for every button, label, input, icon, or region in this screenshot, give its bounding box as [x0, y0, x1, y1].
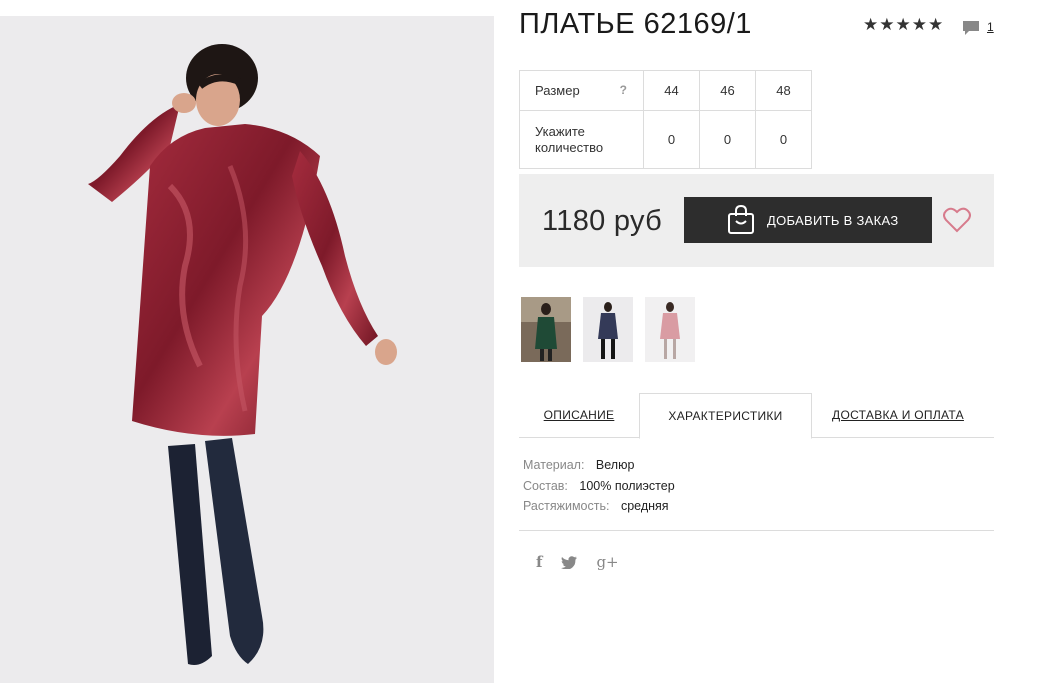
spec-key: Материал:	[523, 458, 585, 472]
characteristics-list: Материал: Велюр Состав: 100% полиэстер Р…	[523, 455, 675, 517]
add-to-order-button[interactable]: ДОБАВИТЬ В ЗАКАЗ	[684, 197, 932, 243]
product-photo-illustration	[88, 44, 397, 665]
comments-count-link[interactable]: 1	[987, 20, 994, 34]
quantity-input[interactable]: 0	[699, 110, 756, 169]
size-label-cell: Размер ?	[519, 70, 644, 111]
size-option: 44	[643, 70, 700, 111]
facebook-icon[interactable]: f	[536, 553, 542, 571]
size-option: 48	[755, 70, 812, 111]
size-help-icon[interactable]: ?	[620, 83, 627, 97]
thumbnail-green-dress[interactable]	[521, 297, 571, 362]
google-plus-icon[interactable]: g+	[596, 553, 618, 571]
product-price: 1180 руб	[542, 205, 663, 237]
star-icon[interactable]: ★	[863, 17, 878, 34]
star-icon[interactable]: ★	[928, 17, 943, 34]
tab-description[interactable]: ОПИСАНИЕ	[519, 393, 639, 437]
size-row: Размер ? 44 46 48	[519, 70, 812, 111]
shopping-bag-icon	[728, 205, 754, 234]
tab-delivery-payment-label: ДОСТАВКА И ОПЛАТА	[832, 408, 964, 422]
size-label: Размер	[535, 83, 580, 98]
purchase-panel: 1180 руб ДОБАВИТЬ В ЗАКАЗ	[519, 174, 994, 267]
product-tabs: ОПИСАНИЕ ХАРАКТЕРИСТИКИ ДОСТАВКА И ОПЛАТ…	[519, 393, 994, 439]
size-option: 46	[699, 70, 756, 111]
spec-key: Растяжимость:	[523, 499, 610, 513]
star-icon[interactable]: ★	[879, 17, 894, 34]
spec-row-material: Материал: Велюр	[523, 455, 675, 476]
spec-key: Состав:	[523, 478, 568, 493]
spec-value: Велюр	[595, 458, 635, 472]
tab-delivery-payment[interactable]: ДОСТАВКА И ОПЛАТА	[812, 393, 984, 437]
comment-icon[interactable]	[962, 20, 980, 36]
quantity-input[interactable]: 0	[643, 110, 700, 169]
product-photo[interactable]	[0, 16, 494, 683]
star-icon[interactable]: ★	[912, 17, 927, 34]
quantity-row: Укажите количество 0 0 0	[519, 110, 812, 169]
thumbnail-pink-dress[interactable]	[645, 297, 695, 362]
size-table: Размер ? 44 46 48 Укажите количество 0 0…	[519, 70, 812, 169]
spec-row-stretch: Растяжимость: средняя	[523, 496, 675, 517]
tab-characteristics[interactable]: ХАРАКТЕРИСТИКИ	[639, 393, 812, 439]
quantity-input[interactable]: 0	[755, 110, 812, 169]
social-share: f g+	[536, 553, 619, 571]
rating-stars[interactable]: ★ ★ ★ ★ ★	[863, 17, 943, 34]
thumbnail-navy-dress[interactable]	[583, 297, 633, 362]
add-to-order-label: ДОБАВИТЬ В ЗАКАЗ	[767, 212, 899, 228]
tab-description-label: ОПИСАНИЕ	[543, 408, 615, 422]
spec-value: 100% полиэстер	[579, 478, 675, 493]
quantity-label: Укажите количество	[519, 110, 644, 169]
product-title: ПЛАТЬЕ 62169/1	[519, 8, 752, 40]
heart-icon[interactable]	[943, 207, 971, 233]
tab-characteristics-label: ХАРАКТЕРИСТИКИ	[668, 409, 783, 423]
spec-value: средняя	[620, 499, 669, 513]
divider	[519, 530, 994, 531]
spec-row-composition: Состав: 100% полиэстер	[523, 476, 675, 497]
thumbnail-gallery	[521, 297, 695, 362]
twitter-icon[interactable]	[561, 555, 578, 569]
star-icon[interactable]: ★	[896, 17, 911, 34]
